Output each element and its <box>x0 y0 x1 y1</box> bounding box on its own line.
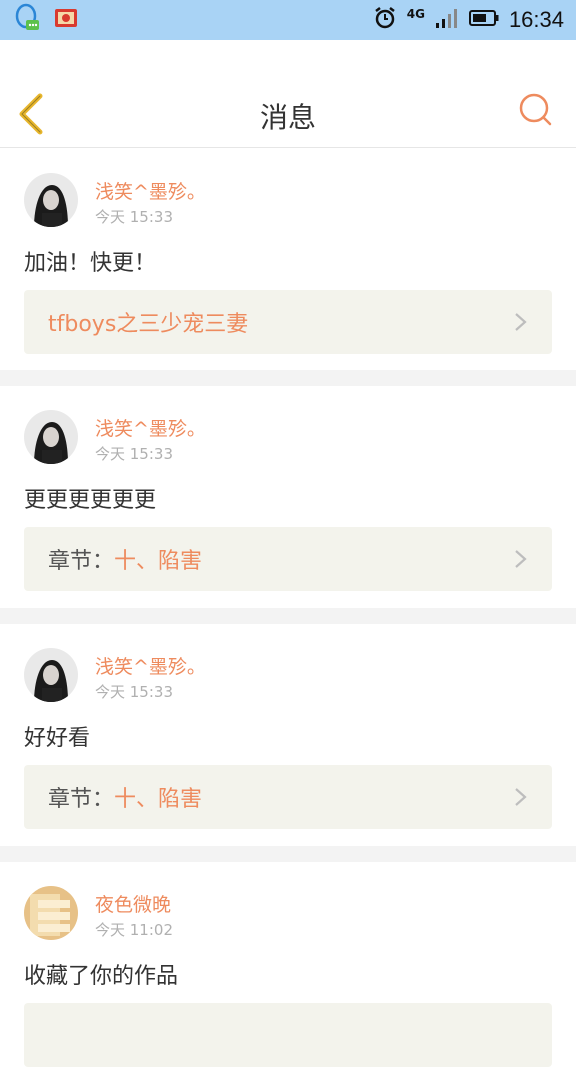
timestamp: 今天 11:02 <box>95 921 173 939</box>
page-title: 消息 <box>259 101 316 134</box>
sender-name[interactable]: 浅笑^墨殄。 <box>95 652 206 679</box>
work-link[interactable] <box>24 1003 552 1067</box>
timestamp: 今天 15:33 <box>95 445 173 463</box>
message-item: 浅笑^墨殄。 今天 15:33 好好看 章节： 十、陷害 <box>0 624 576 846</box>
work-link[interactable]: tfboys之三少宠三妻 <box>24 290 552 354</box>
battery-icon <box>468 9 499 31</box>
avatar[interactable] <box>24 886 78 940</box>
app-icon <box>54 7 78 33</box>
sender-name[interactable]: 夜色微晚 <box>95 890 171 917</box>
signal-icon <box>435 7 459 33</box>
alarm-icon <box>373 6 397 34</box>
avatar[interactable] <box>24 410 78 464</box>
link-prefix: 章节： <box>48 787 115 812</box>
network-type: 4G <box>406 7 425 21</box>
message-text: 收藏了你的作品 <box>24 964 179 989</box>
message-text: 加油！快更！ <box>24 251 157 276</box>
message-text: 好好看 <box>24 726 91 751</box>
divider <box>0 608 576 624</box>
clock: 16:34 <box>508 7 564 32</box>
avatar[interactable] <box>24 648 78 702</box>
chapter-link[interactable]: 章节： 十、陷害 <box>24 765 552 829</box>
chevron-right-icon <box>514 787 528 807</box>
status-bar: 4G 16:34 <box>0 0 576 40</box>
message-list: 浅笑^墨殄。 今天 15:33 加油！快更！ tfboys之三少宠三妻 浅笑^墨… <box>0 149 576 1067</box>
divider <box>0 846 576 862</box>
message-item: 浅笑^墨殄。 今天 15:33 更更更更更更 章节： 十、陷害 <box>0 386 576 608</box>
header: 消息 <box>0 40 576 148</box>
chevron-right-icon <box>514 312 528 332</box>
chevron-right-icon <box>514 549 528 569</box>
chapter-link[interactable]: 章节： 十、陷害 <box>24 527 552 591</box>
qq-icon <box>14 3 40 37</box>
divider <box>0 370 576 386</box>
sender-name[interactable]: 浅笑^墨殄。 <box>95 177 206 204</box>
timestamp: 今天 15:33 <box>95 683 173 701</box>
search-icon[interactable] <box>518 92 554 128</box>
link-title: tfboys之三少宠三妻 <box>48 312 249 337</box>
avatar[interactable] <box>24 173 78 227</box>
sender-name[interactable]: 浅笑^墨殄。 <box>95 414 206 441</box>
link-prefix: 章节： <box>48 549 115 574</box>
link-title: 十、陷害 <box>114 787 203 812</box>
link-title: 十、陷害 <box>114 549 203 574</box>
message-item: 夜色微晚 今天 11:02 收藏了你的作品 <box>0 862 576 1067</box>
timestamp: 今天 15:33 <box>95 208 173 226</box>
message-item: 浅笑^墨殄。 今天 15:33 加油！快更！ tfboys之三少宠三妻 <box>0 149 576 370</box>
message-text: 更更更更更更 <box>24 488 157 513</box>
